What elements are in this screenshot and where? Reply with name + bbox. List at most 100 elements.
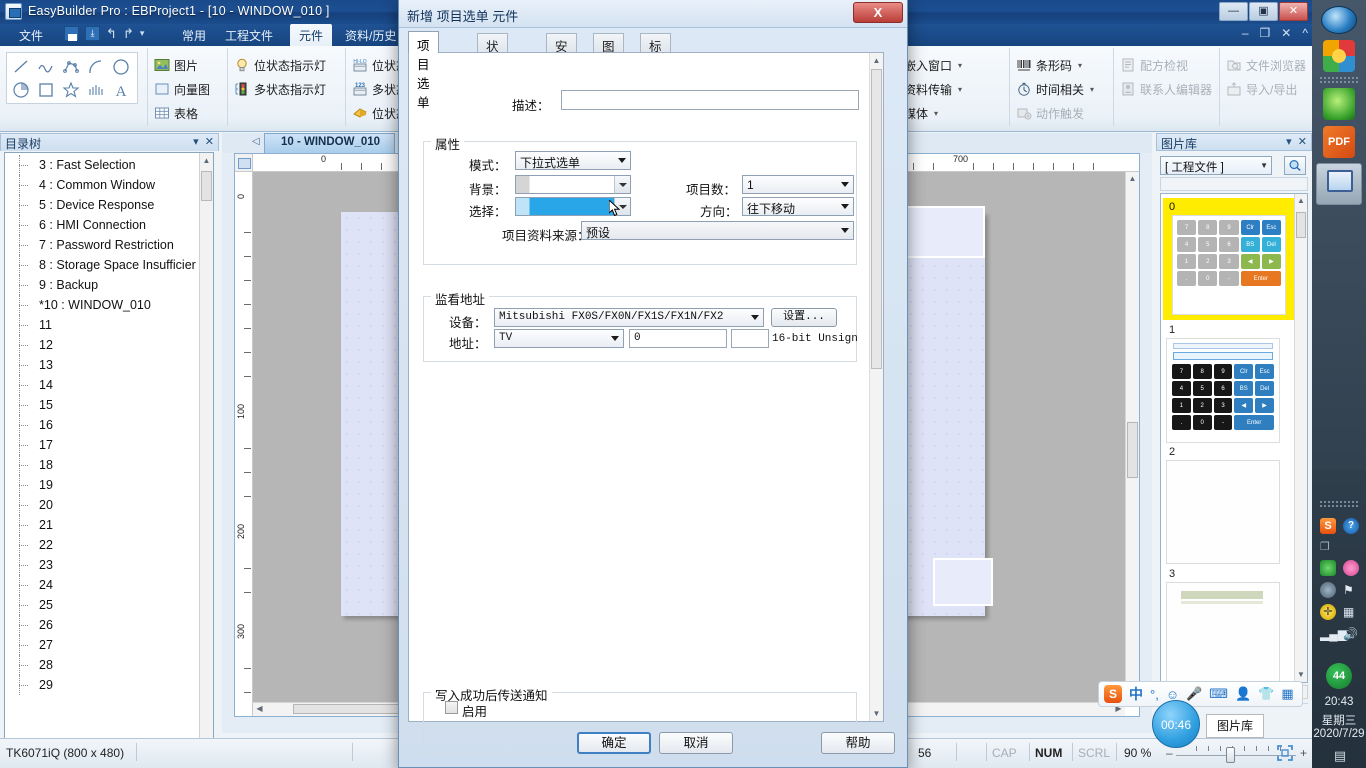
save-icon[interactable] xyxy=(64,26,79,41)
address-type-combo[interactable]: TV xyxy=(494,329,624,348)
user-icon[interactable]: 👤 xyxy=(1235,686,1251,702)
ruler-corner-button[interactable] xyxy=(235,154,253,172)
canvas-object[interactable] xyxy=(933,558,993,606)
scroll-thumb[interactable] xyxy=(1127,422,1138,478)
scroll-up-icon[interactable]: ▲ xyxy=(1126,172,1139,186)
tree-node[interactable]: 29 xyxy=(5,675,200,695)
browser-icon[interactable] xyxy=(1323,88,1355,120)
chevron-down-icon[interactable] xyxy=(614,176,630,193)
ellipse-icon[interactable] xyxy=(111,57,131,77)
device-combo[interactable]: Mitsubishi FX0S/FX0N/FX1S/FX1N/FX2 xyxy=(494,308,764,327)
library-search-button[interactable] xyxy=(1284,156,1306,175)
canvas-vertical-scrollbar[interactable]: ▲ ▼ xyxy=(1125,172,1139,702)
screen-recorder-timer[interactable]: 00:46 xyxy=(1152,700,1200,748)
description-input[interactable] xyxy=(561,90,859,110)
tree-node[interactable]: 15 xyxy=(5,395,200,415)
pdf-icon[interactable]: PDF xyxy=(1323,126,1355,158)
arc-icon[interactable] xyxy=(86,57,106,77)
zoom-out-button[interactable]: – xyxy=(1166,746,1173,760)
tool-icon[interactable]: ▦ xyxy=(1343,604,1359,620)
minimize-button[interactable]: — xyxy=(1219,2,1248,21)
mozilla-icon[interactable] xyxy=(1323,40,1355,72)
library-item-selected[interactable]: 0 7 8 9 Clr Esc 4 5 6 BS Del 1 2 3 ◀ ▶ .… xyxy=(1163,198,1295,320)
flag-icon[interactable]: ⚑ xyxy=(1343,582,1359,598)
tree-node[interactable]: 24 xyxy=(5,575,200,595)
tree-node[interactable]: 7 : Password Restriction xyxy=(5,235,200,255)
tree-node[interactable]: 8 : Storage Space Insufficier xyxy=(5,255,200,275)
zoom-slider-thumb[interactable] xyxy=(1226,747,1235,763)
library-source-combo[interactable]: [ 工程文件 ] ▼ xyxy=(1160,156,1272,175)
tree-node[interactable]: 3 : Fast Selection xyxy=(5,155,200,175)
close-icon[interactable]: ✕ xyxy=(1298,136,1307,148)
taskbar-grip[interactable] xyxy=(1319,76,1359,84)
polyline-icon[interactable] xyxy=(36,57,56,77)
tree-node[interactable]: 20 xyxy=(5,495,200,515)
chevron-down-icon[interactable]: ▾ xyxy=(1286,136,1292,148)
ok-button[interactable]: 确定 xyxy=(577,732,651,754)
tree-node[interactable]: 22 xyxy=(5,535,200,555)
tray-grip[interactable] xyxy=(1319,500,1359,508)
zoom-in-button[interactable]: + xyxy=(1300,746,1307,760)
mode-combo[interactable]: 下拉式选单 xyxy=(515,151,631,170)
tree-node[interactable]: 5 : Device Response xyxy=(5,195,200,215)
chevron-down-icon[interactable]: ▾ xyxy=(934,109,938,118)
tree-node[interactable]: 28 xyxy=(5,655,200,675)
tree-node[interactable]: 26 xyxy=(5,615,200,635)
scroll-down-icon[interactable]: ▼ xyxy=(1295,668,1307,682)
help-icon[interactable]: ? xyxy=(1343,518,1359,534)
scroll-thumb[interactable] xyxy=(871,69,882,369)
library-item[interactable]: 1 7 8 9 Clr Esc 4 5 6 BS Del 1 2 3 ◀ ▶ .… xyxy=(1166,324,1292,443)
mic-icon[interactable]: 🎤 xyxy=(1186,686,1202,702)
flower-icon[interactable] xyxy=(1343,560,1359,576)
tree-node[interactable]: 4 : Common Window xyxy=(5,175,200,195)
tree-node-window-010[interactable]: *10 : WINDOW_010 xyxy=(5,295,200,315)
ribbon-button-bit-lamp[interactable]: 位状态指示灯 xyxy=(234,53,339,77)
help-button[interactable]: 帮助 xyxy=(821,732,895,754)
tree-node[interactable]: 11 xyxy=(5,315,200,335)
chevron-down-icon[interactable]: ▾ xyxy=(1078,61,1082,70)
ribbon-button-recipe-view[interactable]: 配方检视 xyxy=(1120,53,1213,77)
rectangle-icon[interactable] xyxy=(36,80,56,100)
dialog-tab-security[interactable]: 安全 xyxy=(546,33,577,73)
tree-node[interactable]: 25 xyxy=(5,595,200,615)
tree-node[interactable]: 13 xyxy=(5,355,200,375)
dialog-tab-label[interactable]: 标签 xyxy=(640,33,671,73)
ribbon-collapse-button[interactable]: ^ xyxy=(1302,26,1308,40)
scroll-thumb[interactable] xyxy=(1296,212,1306,238)
dialog-tab-picture[interactable]: 图片 xyxy=(593,33,624,73)
scroll-up-icon[interactable]: ▲ xyxy=(870,53,883,68)
export-icon[interactable]: ⤓ xyxy=(85,26,100,41)
chevron-down-icon[interactable]: ▾ xyxy=(958,85,962,94)
document-tab[interactable]: 10 - WINDOW_010 xyxy=(264,133,396,153)
ribbon-button-action-trigger[interactable]: 动作触发 xyxy=(1016,101,1107,125)
address-value-input[interactable]: 0 xyxy=(629,329,727,348)
device-settings-button[interactable]: 设置... xyxy=(771,308,837,327)
close-button[interactable]: ✕ xyxy=(1279,2,1308,21)
more-icon[interactable]: ▾ xyxy=(140,27,145,40)
background-color-combo[interactable] xyxy=(515,175,631,194)
tree-node[interactable]: 19 xyxy=(5,475,200,495)
scroll-left-icon[interactable]: ◀ xyxy=(253,703,266,715)
ribbon-button-table[interactable]: 表格 xyxy=(154,101,221,125)
ribbon-button-barcode[interactable]: 条形码 ▾ xyxy=(1016,53,1107,77)
chevron-down-icon[interactable]: ▾ xyxy=(1090,85,1094,94)
polygon-icon[interactable] xyxy=(61,57,81,77)
ribbon-button-embed-window[interactable]: 嵌入窗口 ▾ xyxy=(904,53,1003,77)
chevron-down-icon[interactable]: ▾ xyxy=(193,136,199,148)
inner-restore-button[interactable]: ❐ xyxy=(1260,26,1271,40)
apps-icon[interactable]: ▦ xyxy=(1281,686,1293,702)
object-tree[interactable]: 3 : Fast Selection 4 : Common Window 5 :… xyxy=(4,152,214,768)
ribbon-button-word-lamp[interactable]: 多状态指示灯 xyxy=(234,77,339,101)
plus-icon[interactable]: ✛ xyxy=(1320,604,1336,620)
library-item[interactable]: 2 xyxy=(1166,446,1292,564)
item-count-combo[interactable]: 1 xyxy=(742,175,854,194)
scale-icon[interactable] xyxy=(86,80,106,100)
scroll-thumb[interactable] xyxy=(201,171,212,201)
maximize-button[interactable]: ▣ xyxy=(1249,2,1278,21)
tree-node[interactable]: 16 xyxy=(5,415,200,435)
window-icon[interactable]: ❐ xyxy=(1320,540,1336,556)
text-icon[interactable]: A xyxy=(111,80,131,100)
cancel-button[interactable]: 取消 xyxy=(659,732,733,754)
show-desktop-icon[interactable]: ▤ xyxy=(1331,748,1349,764)
picture-library-list[interactable]: 0 7 8 9 Clr Esc 4 5 6 BS Del 1 2 3 ◀ ▶ .… xyxy=(1160,193,1308,683)
